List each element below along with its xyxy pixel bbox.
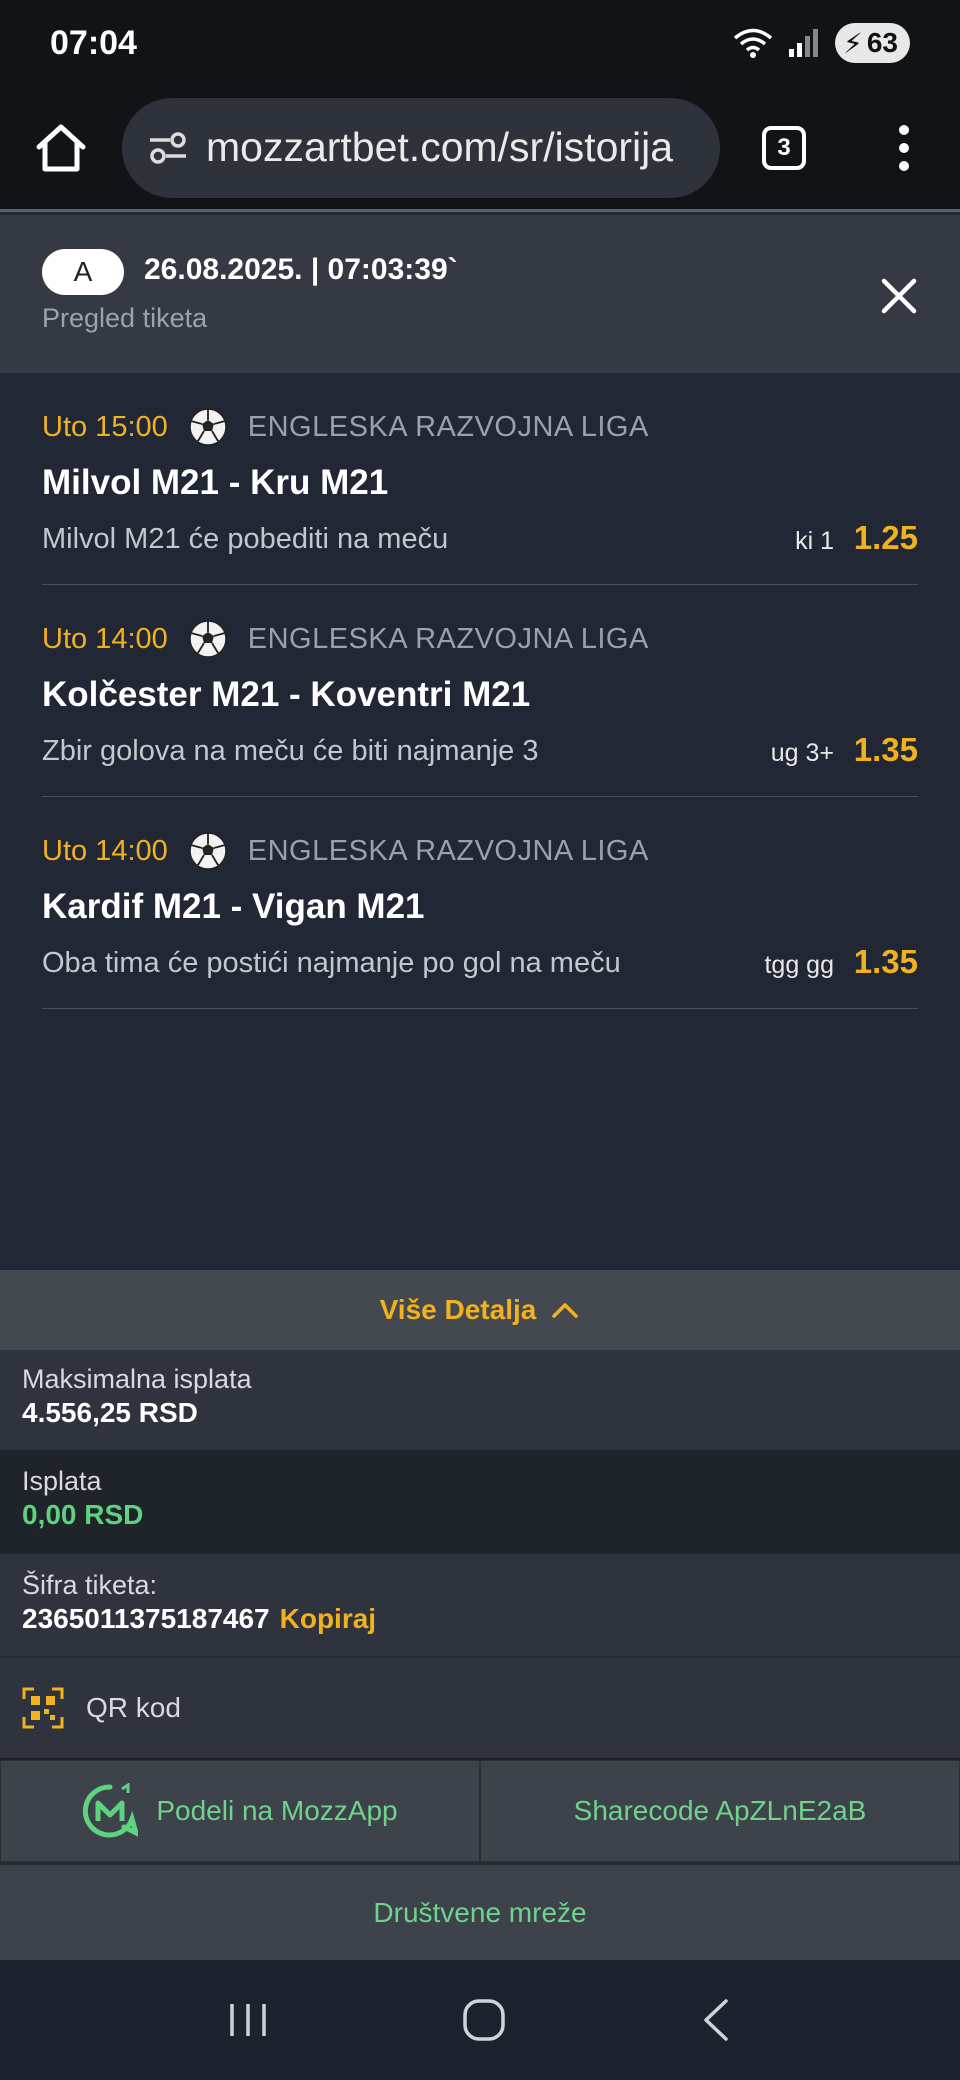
social-networks-label: Društvene mreže [373,1896,587,1928]
ticket-datetime: 26.08.2025. | 07:03:39` [144,253,458,286]
screen: 07:04 ⚡ 63 mozzartbet.com/sr/istorija 3 … [0,0,960,2080]
match-bet-code: ug 3+ [770,739,834,767]
soccer-ball-icon [189,620,227,658]
qr-code-row[interactable]: QR kod [0,1656,960,1758]
match-item[interactable]: Uto 15:00 ENGLESKA RAZVOJNA LIGA Milvol … [42,373,918,585]
sharecode-button[interactable]: Sharecode ApZLnE2aB [480,1760,960,1862]
social-networks-button[interactable]: Društvene mreže [0,1862,960,1960]
match-league: ENGLESKA RAZVOJNA LIGA [247,622,649,655]
battery-level: 63 [866,27,898,58]
match-pick: Zbir golova na meču će biti najmanje 3 [42,735,539,767]
home-icon [36,124,86,171]
menu-dot [899,124,909,135]
more-details-label: Više Detalja [379,1294,537,1325]
mozzapp-logo-icon [83,1783,139,1838]
payout-label: Isplata [22,1466,102,1496]
address-bar[interactable]: mozzartbet.com/sr/istorija [122,97,720,198]
match-teams: Milvol M21 - Kru M21 [42,463,389,502]
match-teams: Kardif M21 - Vigan M21 [42,887,425,926]
ticket-subtitle: Pregled tiketa [42,303,208,333]
match-pick: Milvol M21 će pobediti na meču [42,523,449,555]
match-odd: 1.35 [853,943,918,980]
status-icons: ⚡ 63 [733,23,910,63]
chevron-up-icon [552,1303,579,1318]
ticket-code-label: Šifra tiketa: [22,1570,158,1600]
payout-row: Isplata 0,00 RSD [0,1450,960,1554]
match-item[interactable]: Uto 14:00 ENGLESKA RAZVOJNA LIGA Kardif … [42,797,918,1009]
ticket-type-badge: A [42,249,124,295]
tab-count: 3 [762,125,806,170]
soccer-ball-icon [189,408,227,446]
max-payout-value: 4.556,25 RSD [22,1397,198,1428]
match-time: Uto 15:00 [42,410,168,443]
tabs-button[interactable]: 3 [720,125,848,170]
match-time: Uto 14:00 [42,834,168,867]
signal-icon [789,29,819,57]
max-payout-label: Maksimalna isplata [22,1364,252,1394]
url-text[interactable]: mozzartbet.com/sr/istorija [206,124,673,171]
max-payout-row: Maksimalna isplata 4.556,25 RSD [0,1350,960,1450]
qr-code-label: QR kod [86,1692,181,1723]
browser-toolbar: mozzartbet.com/sr/istorija 3 [0,86,960,212]
more-details-toggle[interactable]: Više Detalja [0,1270,960,1350]
ticket-code-value: 2365011375187467 [22,1603,270,1634]
match-bet-code: tgg gg [764,951,834,979]
match-bet-code: ki 1 [795,527,834,555]
status-bar: 07:04 ⚡ 63 [0,0,960,86]
match-teams: Kolčester M21 - Koventri M21 [42,675,531,714]
ticket-header: A 26.08.2025. | 07:03:39` Pregled tiketa [0,215,960,373]
match-item[interactable]: Uto 14:00 ENGLESKA RAZVOJNA LIGA Kolčest… [42,585,918,797]
battery-indicator: ⚡ 63 [835,23,910,63]
payout-value: 0,00 RSD [22,1499,144,1530]
home-button[interactable] [0,123,122,173]
home-nav-icon[interactable] [461,1997,507,2043]
match-league: ENGLESKA RAZVOJNA LIGA [247,834,649,867]
menu-dot [899,142,909,153]
charging-icon: ⚡ [843,27,863,59]
system-nav-bar [0,1960,960,2080]
browser-menu-button[interactable] [848,124,960,171]
match-meta: Uto 15:00 ENGLESKA RAZVOJNA LIGA [42,407,649,447]
copy-button[interactable]: Kopiraj [280,1603,376,1634]
qr-code-icon [22,1687,64,1729]
menu-dot [899,160,909,171]
match-meta: Uto 14:00 ENGLESKA RAZVOJNA LIGA [42,619,649,659]
soccer-ball-icon [189,832,227,870]
share-mozzapp-button[interactable]: Podeli na MozzApp [0,1760,480,1862]
back-icon[interactable] [698,1997,734,2043]
match-league: ENGLESKA RAZVOJNA LIGA [247,410,649,443]
match-time: Uto 14:00 [42,622,168,655]
match-pick: Oba tima će postići najmanje po gol na m… [42,947,621,979]
ticket-code-line: 2365011375187467 Kopiraj [22,1603,960,1635]
match-odd: 1.25 [853,519,918,556]
match-meta: Uto 14:00 ENGLESKA RAZVOJNA LIGA [42,831,649,871]
match-list: Uto 15:00 ENGLESKA RAZVOJNA LIGA Milvol … [0,373,960,1270]
recents-icon[interactable] [226,2000,270,2040]
share-row: Podeli na MozzApp Sharecode ApZLnE2aB [0,1758,960,1862]
ticket-code-row: Šifra tiketa: 2365011375187467 Kopiraj [0,1554,960,1656]
match-odd: 1.35 [853,731,918,768]
share-mozzapp-label: Podeli na MozzApp [156,1795,398,1826]
wifi-icon [734,28,773,58]
site-settings-icon[interactable] [148,131,188,165]
status-time: 07:04 [50,23,137,62]
close-icon[interactable] [878,275,920,317]
sharecode-label: Sharecode ApZLnE2aB [573,1795,867,1826]
